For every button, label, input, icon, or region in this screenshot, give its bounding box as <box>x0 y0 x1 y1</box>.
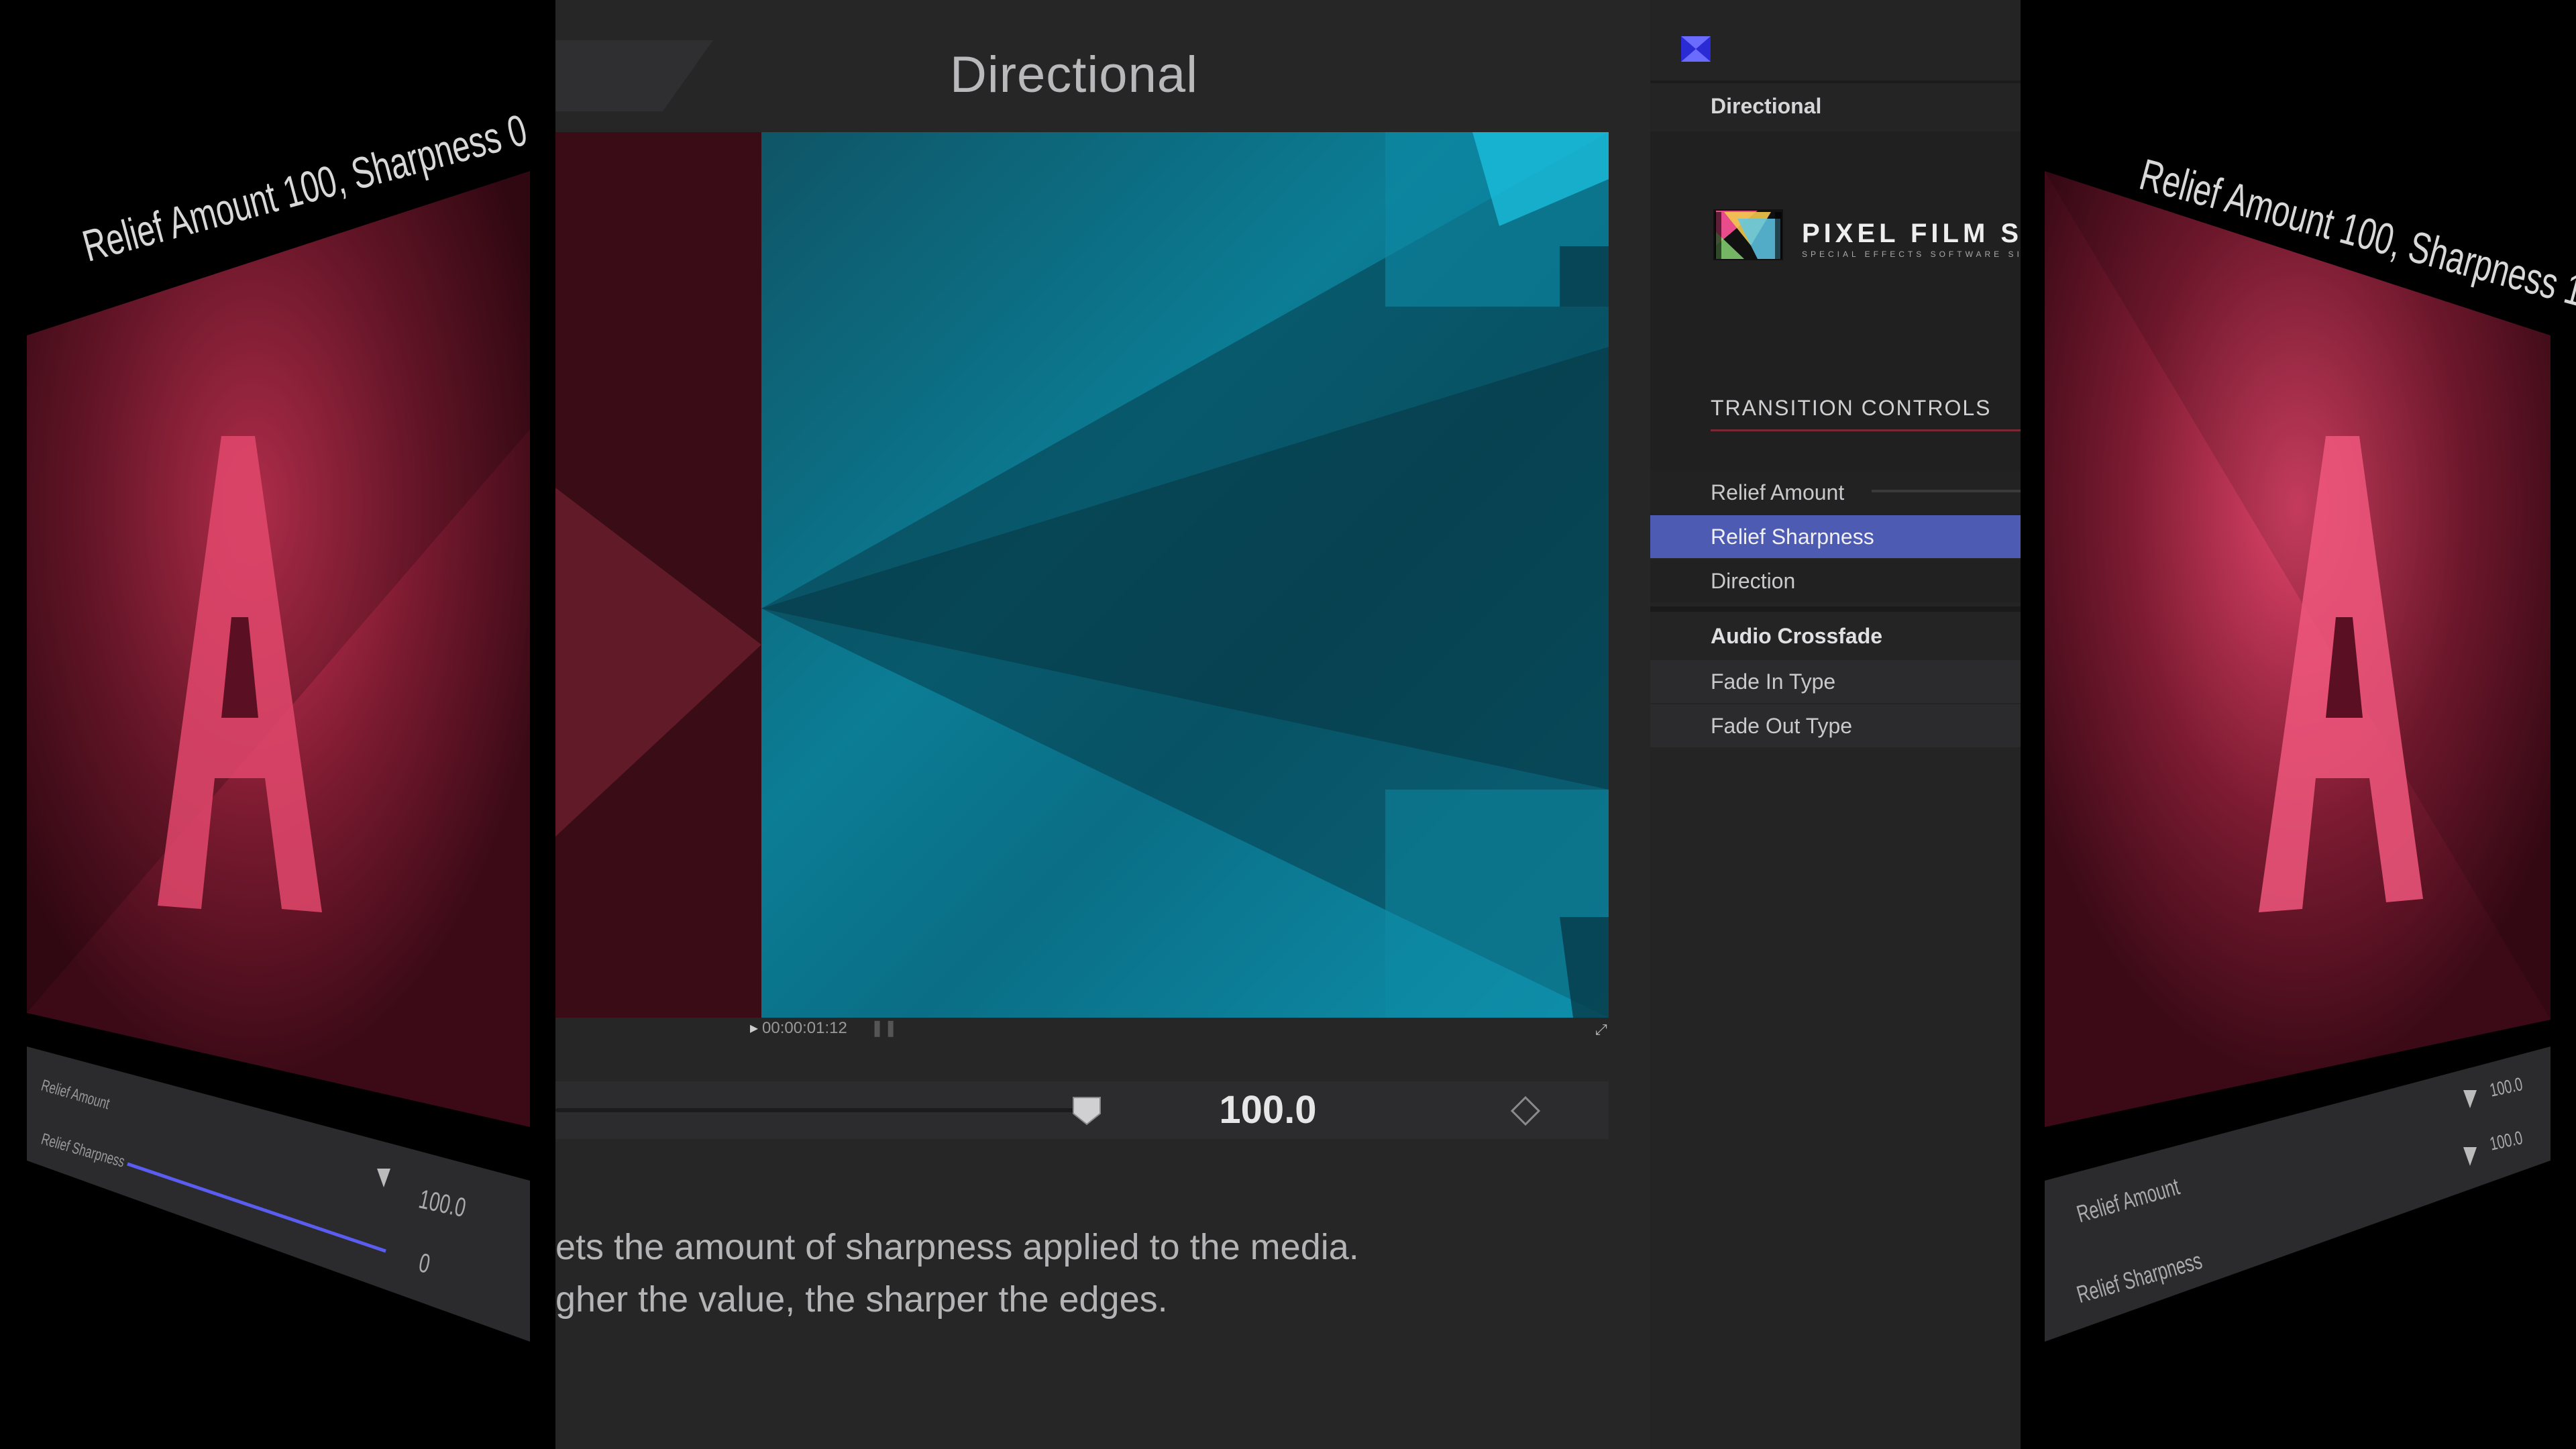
logo-tagline: SPECIAL EFFECTS SOFTWARE SI <box>1802 250 2021 259</box>
fullscreen-icon[interactable]: ⤢ <box>1595 1021 1607 1038</box>
inspector-panel: Directional PIXEL FILM STU SPECIAL EFFEC… <box>1650 0 2021 1449</box>
timecode-value: 00:00:01:12 <box>762 1019 847 1037</box>
param-row-relief-amount[interactable]: Relief Amount <box>1650 471 2021 514</box>
inspector-title: Directional <box>1711 94 1822 118</box>
inspector-divider <box>1650 80 2021 83</box>
audio-crossfade-heading[interactable]: Audio Crossfade <box>1650 614 2021 657</box>
transition-controls-heading: TRANSITION CONTROLS <box>1711 396 1992 420</box>
parameter-slider-track[interactable] <box>555 1108 1092 1112</box>
diamond-keyframe-icon[interactable] <box>1511 1096 1540 1126</box>
section-underline <box>1711 429 2021 431</box>
page-title: Directional <box>949 46 1198 103</box>
description-line-1: ets the amount of sharpness applied to t… <box>555 1227 1359 1267</box>
param-row-fade-out-type[interactable]: Fade Out Type <box>1650 704 2021 747</box>
logo-wordmark: PIXEL FILM STU <box>1802 219 2021 248</box>
section-divider <box>1650 606 2021 612</box>
parameter-value[interactable]: 100.0 <box>1201 1083 1335 1137</box>
pixel-film-logo-icon <box>1713 209 1783 260</box>
video-viewer[interactable] <box>555 132 1609 1018</box>
relief-amount-slider[interactable] <box>1872 490 2021 492</box>
param-row-fade-in-type[interactable]: Fade In Type <box>1650 660 2021 703</box>
slider-thumb-icon[interactable] <box>1071 1095 1103 1126</box>
timecode-display: ▸ 00:00:01:12 ❚❚ <box>750 1018 898 1038</box>
viewer-relief-shapes <box>761 132 1609 1018</box>
right-example-panel: Relief Amount 100, Sharpness 100 Relief … <box>2021 0 2576 1449</box>
description-line-2: gher the value, the sharper the edges. <box>555 1279 1168 1320</box>
viewer-incoming-clip <box>761 132 1609 1018</box>
transition-icon[interactable] <box>1680 35 1712 63</box>
app-window: Directional ▸00:00:01:12 ❚❚ ⤢ 100.0 ets <box>555 0 2021 1449</box>
play-icon[interactable]: ▸ <box>750 1019 758 1037</box>
left-example-panel: Relief Amount 100, Sharpness 0 Relief Am… <box>0 0 555 1449</box>
parameter-description: ets the amount of sharpness applied to t… <box>555 1221 1360 1326</box>
param-row-relief-sharpness[interactable]: Relief Sharpness <box>1650 515 2021 558</box>
header-tab[interactable] <box>555 40 713 111</box>
pause-icon[interactable]: ❚❚ <box>871 1019 898 1037</box>
param-row-direction[interactable]: Direction <box>1650 559 2021 602</box>
